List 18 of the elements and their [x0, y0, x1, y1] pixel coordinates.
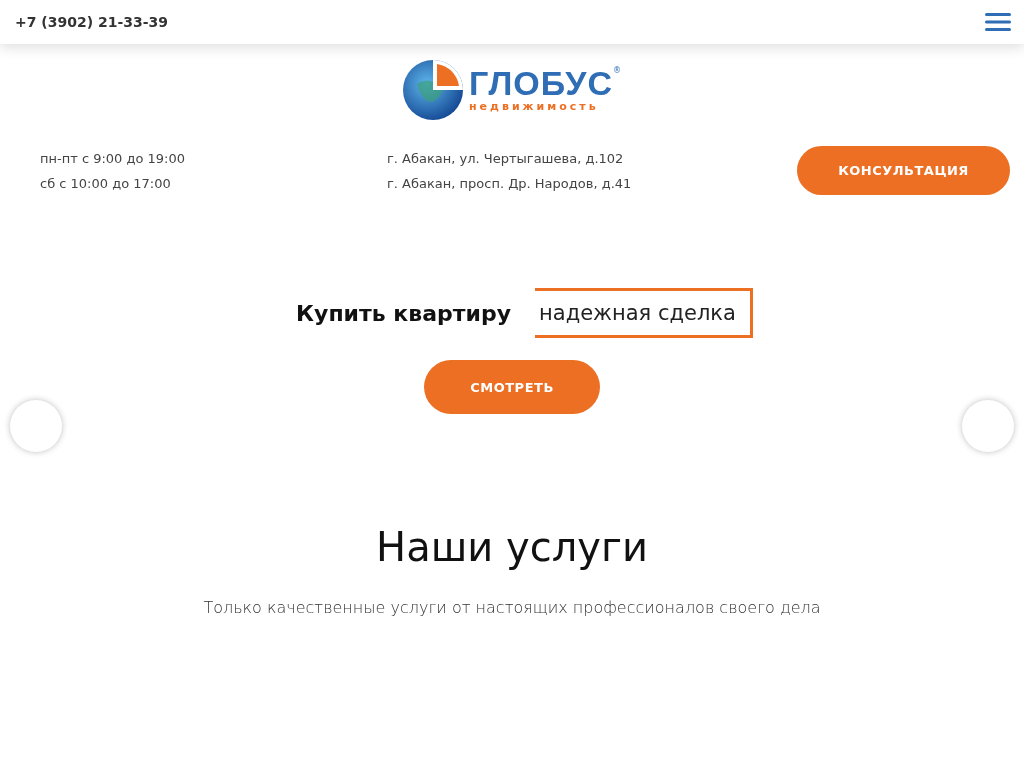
next-slide-button[interactable]	[962, 400, 1014, 452]
office-address: г. Абакан, ул. Чертыгашева, д.102	[387, 149, 625, 167]
globe-icon	[403, 60, 463, 120]
logo-tagline: недвижимость	[469, 100, 600, 114]
previous-slide-button[interactable]	[10, 400, 62, 452]
section-subtitle: Только качественные услуги от настоящих профессионалов своего дела	[203, 598, 821, 617]
section-title: Наши услуги	[376, 524, 648, 570]
opening-hours: сб с 10:00 до 17:00	[40, 174, 172, 192]
view-button[interactable]: СМОТРЕТЬ	[424, 360, 600, 414]
phone-link[interactable]: +7 (3902) 21-33-39	[15, 14, 169, 30]
logo-name: ГЛОБУС	[469, 66, 613, 100]
office-address: г. Абакан, просп. Др. Народов, д.41	[387, 174, 633, 192]
opening-hours: пн-пт с 9:00 до 19:00	[40, 149, 187, 167]
hero-title: Купить квартиру	[296, 300, 512, 326]
highlight-frame: надежная сделка	[535, 288, 753, 338]
consultation-button[interactable]: КОНСУЛЬТАЦИЯ	[797, 146, 1010, 195]
menu-icon[interactable]	[985, 13, 1011, 31]
registered-mark: ®	[613, 66, 621, 75]
